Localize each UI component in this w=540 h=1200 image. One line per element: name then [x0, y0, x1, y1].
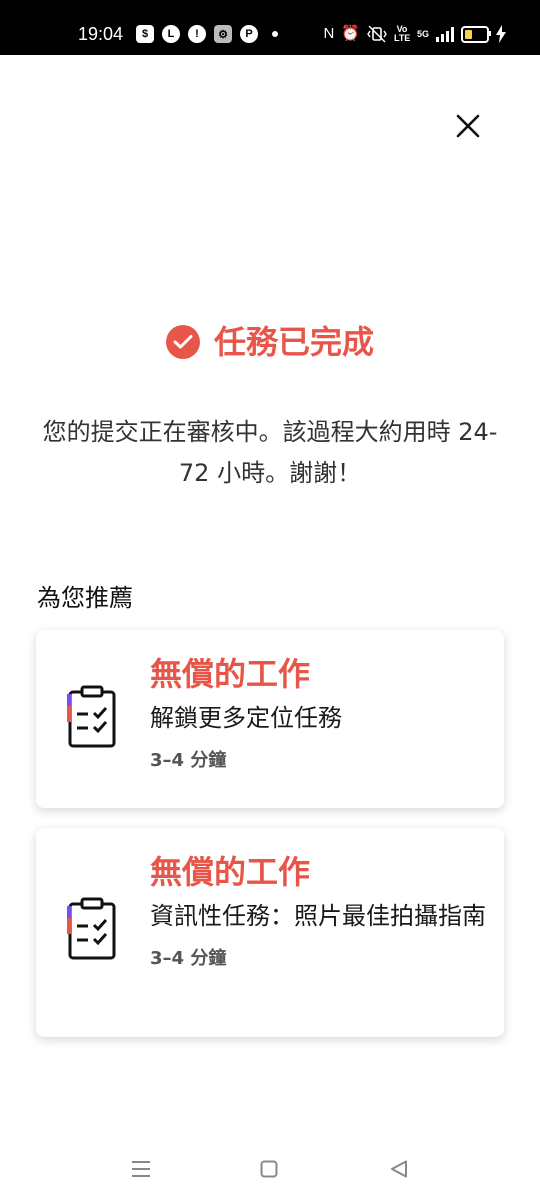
back-icon: [391, 1160, 407, 1178]
card-duration: 3–4 分鐘: [150, 948, 227, 969]
volte-icon: Vo LTE: [393, 24, 411, 43]
card-kicker: 無償的工作: [150, 655, 311, 693]
home-icon: [260, 1160, 278, 1178]
completion-title: 任務已完成: [213, 323, 374, 361]
success-check-icon: [165, 325, 200, 359]
menu-icon: [132, 1161, 150, 1177]
recommendation-card[interactable]: 無償的工作 資訊性任務：照片最佳拍攝指南 3–4 分鐘: [36, 828, 504, 1037]
recommendation-card[interactable]: 無償的工作 解鎖更多定位任務 3–4 分鐘: [36, 630, 504, 808]
close-button[interactable]: [448, 106, 488, 146]
card-title: 解鎖更多定位任務: [150, 704, 342, 732]
clipboard-checklist-icon: [67, 897, 116, 960]
p-app-icon: P: [240, 25, 258, 43]
clipboard-checklist-icon: [67, 685, 116, 748]
status-bar: 19:04 $ L ! ⚙ P N ⏰ Vo LTE 5G: [0, 0, 540, 55]
card-body: 無償的工作 解鎖更多定位任務 3–4 分鐘: [150, 650, 486, 774]
card-duration: 3–4 分鐘: [150, 750, 227, 771]
status-time: 19:04: [78, 24, 124, 44]
notification-icons: $ L ! ⚙ P: [136, 23, 278, 45]
charging-icon: [496, 25, 506, 43]
signal-icon: [436, 26, 454, 42]
navigation-bar: [0, 1140, 540, 1200]
home-button[interactable]: [254, 1154, 284, 1184]
card-body: 無償的工作 資訊性任務：照片最佳拍攝指南 3–4 分鐘: [150, 848, 486, 972]
nfc-icon: N: [323, 25, 335, 42]
menu-button[interactable]: [126, 1154, 156, 1184]
alarm-app-icon: !: [188, 25, 206, 43]
system-icons: N ⏰ Vo LTE 5G: [323, 23, 506, 45]
card-kicker: 無償的工作: [150, 853, 311, 891]
recommendations-title: 為您推薦: [37, 584, 133, 612]
review-message: 您的提交正在審核中。該過程大約用時 24-72 小時。謝謝！: [42, 418, 498, 487]
card-title: 資訊性任務：照片最佳拍攝指南: [150, 902, 486, 930]
network-type: 5G: [416, 28, 429, 39]
close-icon: [456, 114, 480, 138]
l-app-icon: L: [162, 25, 180, 43]
completion-header: 任務已完成: [0, 318, 540, 366]
alarm-clock-icon: ⏰: [341, 25, 360, 42]
vibrate-icon: [367, 25, 387, 43]
battery-icon: [461, 25, 491, 43]
back-button[interactable]: [384, 1154, 414, 1184]
more-notifications-dot: [272, 31, 278, 37]
settings-app-icon: ⚙: [214, 25, 232, 43]
shopping-bag-icon: $: [136, 25, 154, 43]
